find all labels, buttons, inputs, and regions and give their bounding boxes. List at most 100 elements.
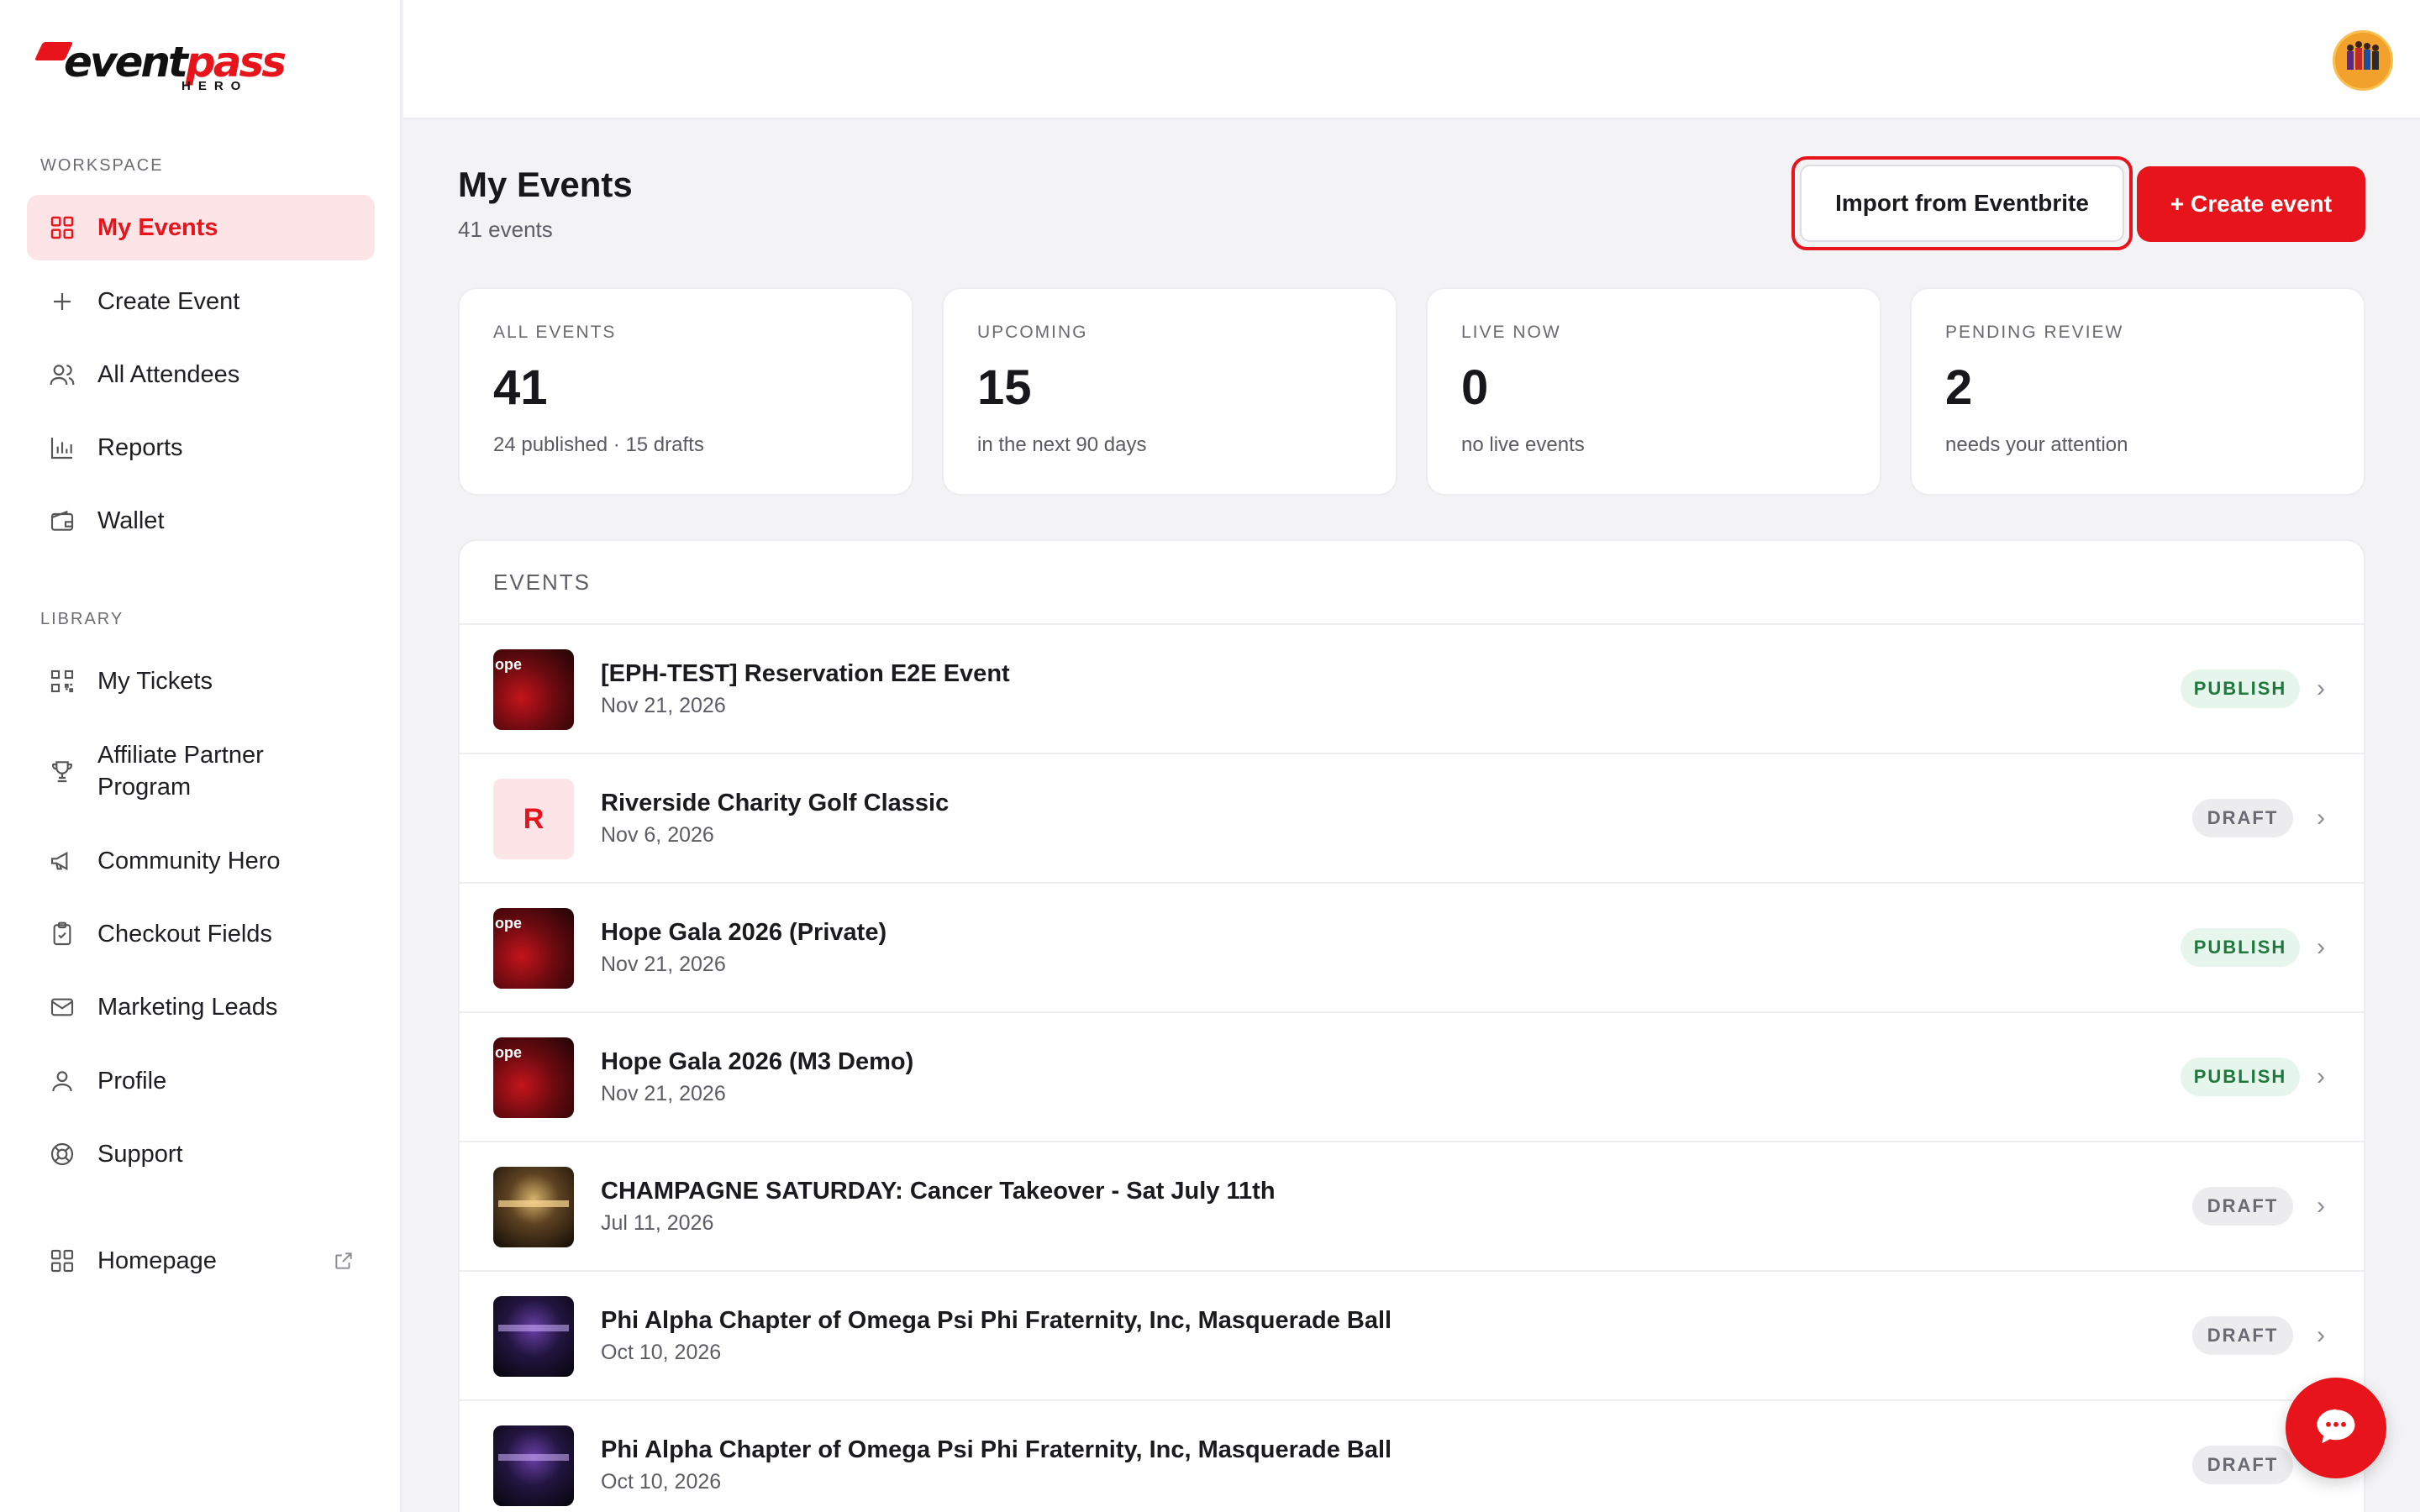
chat-bubble-icon xyxy=(2313,1404,2359,1453)
stat-note: in the next 90 days xyxy=(977,433,1147,456)
stat-label: UPCOMING xyxy=(977,323,1088,342)
sidebar-item-homepage[interactable]: Homepage xyxy=(27,1228,375,1294)
lifebuoy-icon xyxy=(47,1139,77,1169)
users-icon xyxy=(47,360,77,390)
sidebar-item-label: Marketing Leads xyxy=(97,994,278,1021)
clipboard-check-icon xyxy=(47,919,77,949)
logo-subtext: HERO xyxy=(182,79,249,93)
chevron-right-icon: › xyxy=(2317,933,2325,961)
status-badge: PUBLISH xyxy=(2181,928,2300,967)
chevron-right-icon: › xyxy=(2317,804,2325,832)
sidebar-item-label: Wallet xyxy=(97,507,165,534)
event-title: Hope Gala 2026 (M3 Demo) xyxy=(601,1048,914,1075)
event-date: Nov 21, 2026 xyxy=(601,694,726,717)
event-title: CHAMPAGNE SATURDAY: Cancer Takeover - Sa… xyxy=(601,1178,1276,1205)
events-heading: EVENTS xyxy=(460,541,2364,625)
chevron-right-icon: › xyxy=(2317,1063,2325,1090)
sidebar-item-affiliate-partner-program[interactable]: Affiliate Partner Program xyxy=(27,731,375,811)
event-date: Oct 10, 2026 xyxy=(601,1341,722,1364)
top-bar xyxy=(403,0,2420,119)
status-badge: PUBLISH xyxy=(2181,1058,2300,1096)
event-row[interactable]: Phi Alpha Chapter of Omega Psi Phi Frate… xyxy=(460,1401,2364,1512)
event-date: Nov 6, 2026 xyxy=(601,823,714,847)
stat-label: ALL EVENTS xyxy=(493,323,617,342)
event-row[interactable]: ope Hope Gala 2026 (Private) Nov 21, 202… xyxy=(460,884,2364,1013)
event-thumbnail xyxy=(493,1167,574,1247)
grid-icon xyxy=(47,213,77,243)
event-title: Phi Alpha Chapter of Omega Psi Phi Frate… xyxy=(601,1436,1392,1463)
avatar[interactable] xyxy=(2333,30,2393,91)
event-row[interactable]: ope [EPH-TEST] Reservation E2E Event Nov… xyxy=(460,625,2364,754)
user-icon xyxy=(47,1066,77,1096)
status-badge: DRAFT xyxy=(2192,1187,2293,1226)
eventpass-logo[interactable]: eventpass HERO xyxy=(34,35,287,94)
event-row[interactable]: R Riverside Charity Golf Classic Nov 6, … xyxy=(460,754,2364,884)
stat-card-all-events: ALL EVENTS 41 24 published · 15 drafts xyxy=(458,287,913,496)
event-title: Phi Alpha Chapter of Omega Psi Phi Frate… xyxy=(601,1307,1392,1334)
event-row[interactable]: ope Hope Gala 2026 (M3 Demo) Nov 21, 202… xyxy=(460,1013,2364,1142)
stat-value: 0 xyxy=(1461,360,1489,415)
chat-button[interactable] xyxy=(2286,1378,2386,1478)
sidebar-item-profile[interactable]: Profile xyxy=(27,1048,375,1114)
workspace-section-label: WORKSPACE xyxy=(40,156,164,175)
event-date: Oct 10, 2026 xyxy=(601,1470,722,1494)
event-title: Hope Gala 2026 (Private) xyxy=(601,919,887,946)
stat-label: LIVE NOW xyxy=(1461,323,1561,342)
import-button-highlight: Import from Eventbrite xyxy=(1791,156,2133,250)
event-date: Jul 11, 2026 xyxy=(601,1211,714,1235)
chevron-right-icon: › xyxy=(2317,1192,2325,1220)
stat-value: 2 xyxy=(1945,360,1973,415)
trophy-icon xyxy=(47,756,77,786)
event-thumbnail: ope xyxy=(493,1037,574,1118)
event-thumbnail xyxy=(493,1425,574,1506)
event-thumbnail: ope xyxy=(493,649,574,730)
create-event-button[interactable]: + Create event xyxy=(2137,166,2365,242)
event-title: Riverside Charity Golf Classic xyxy=(601,790,950,816)
sidebar-item-support[interactable]: Support xyxy=(27,1121,375,1187)
sidebar-item-create-event[interactable]: Create Event xyxy=(27,269,375,334)
stat-card-live-now: LIVE NOW 0 no live events xyxy=(1426,287,1881,496)
event-thumbnail: ope xyxy=(493,908,574,989)
sidebar: eventpass HERO WORKSPACE My Events Creat… xyxy=(0,0,402,1512)
sidebar-item-label: Checkout Fields xyxy=(97,921,272,948)
stat-card-pending-review: PENDING REVIEW 2 needs your attention xyxy=(1910,287,2365,496)
stat-value: 41 xyxy=(493,360,548,415)
logo-text-event: event xyxy=(64,38,188,87)
sidebar-item-my-tickets[interactable]: My Tickets xyxy=(27,648,375,714)
sidebar-item-community-hero[interactable]: Community Hero xyxy=(27,828,375,894)
megaphone-icon xyxy=(47,846,77,876)
library-section-label: LIBRARY xyxy=(40,610,124,628)
wallet-icon xyxy=(47,506,77,536)
import-from-eventbrite-button[interactable]: Import from Eventbrite xyxy=(1800,165,2124,242)
sidebar-item-my-events[interactable]: My Events xyxy=(27,195,375,260)
sidebar-item-label: Profile xyxy=(97,1068,167,1095)
sidebar-item-reports[interactable]: Reports xyxy=(27,415,375,480)
chevron-right-icon: › xyxy=(2317,1321,2325,1349)
external-link-icon xyxy=(333,1250,356,1273)
stat-note: 24 published · 15 drafts xyxy=(493,433,704,456)
event-date: Nov 21, 2026 xyxy=(601,1082,726,1105)
stat-card-upcoming: UPCOMING 15 in the next 90 days xyxy=(942,287,1397,496)
sidebar-item-label: Homepage xyxy=(97,1247,217,1274)
sidebar-item-label: Community Hero xyxy=(97,848,281,874)
sidebar-item-checkout-fields[interactable]: Checkout Fields xyxy=(27,901,375,967)
sidebar-item-label: My Events xyxy=(97,214,218,241)
page-title: My Events xyxy=(458,165,633,204)
event-row[interactable]: CHAMPAGNE SATURDAY: Cancer Takeover - Sa… xyxy=(460,1142,2364,1272)
sidebar-item-label: Support xyxy=(97,1141,183,1168)
sidebar-item-label: Create Event xyxy=(97,288,240,315)
event-row[interactable]: Phi Alpha Chapter of Omega Psi Phi Frate… xyxy=(460,1272,2364,1401)
events-count: 41 events xyxy=(458,217,553,242)
sidebar-item-all-attendees[interactable]: All Attendees xyxy=(27,342,375,407)
qr-code-icon xyxy=(47,666,77,696)
status-badge: DRAFT xyxy=(2192,1446,2293,1484)
event-thumbnail xyxy=(493,1296,574,1377)
sidebar-item-wallet[interactable]: Wallet xyxy=(27,488,375,554)
sidebar-item-label: Affiliate Partner Program xyxy=(97,742,264,801)
stat-label: PENDING REVIEW xyxy=(1945,323,2124,342)
sidebar-item-label: My Tickets xyxy=(97,668,213,695)
status-badge: DRAFT xyxy=(2192,1316,2293,1355)
plus-icon xyxy=(47,286,77,317)
status-badge: DRAFT xyxy=(2192,799,2293,837)
sidebar-item-marketing-leads[interactable]: Marketing Leads xyxy=(27,974,375,1040)
